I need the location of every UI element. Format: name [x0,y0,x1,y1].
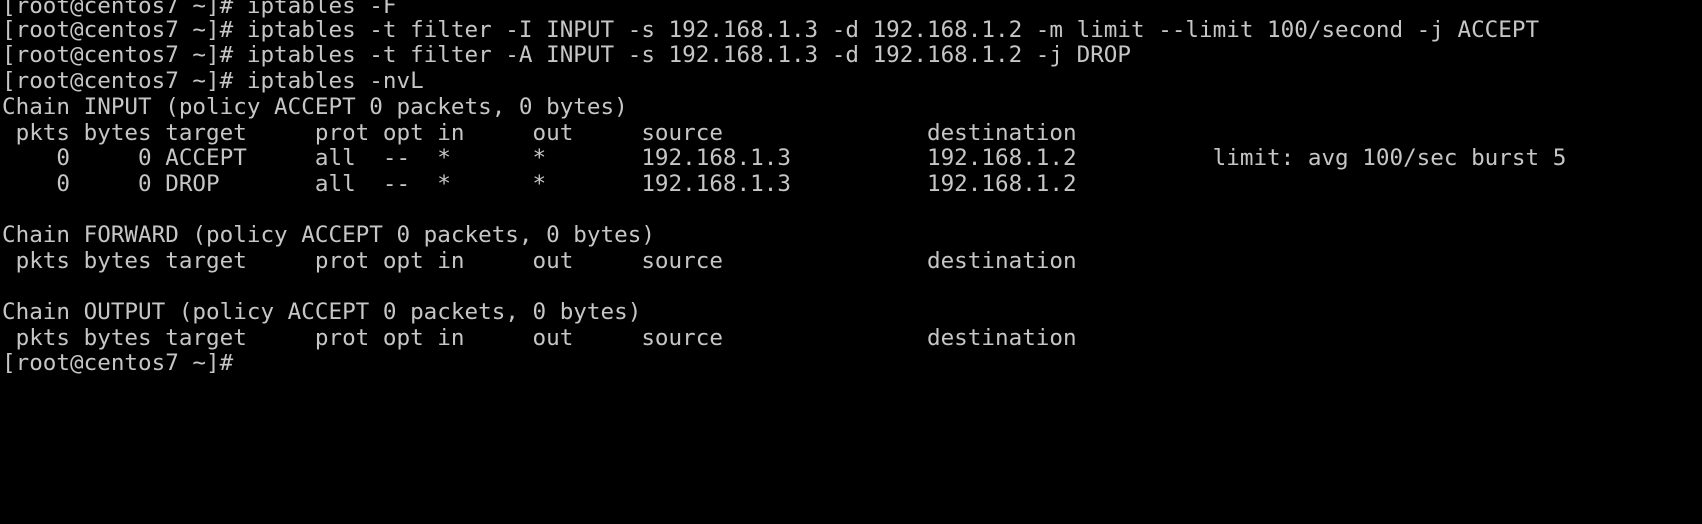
table-header-row: pkts bytes target prot opt in out source… [2,325,1077,351]
table-header-row: pkts bytes target prot opt in out source… [2,248,1077,274]
chain-forward-header: Chain FORWARD (policy ACCEPT 0 packets, … [2,222,655,248]
table-row: 0 0 ACCEPT all -- * * 192.168.1.3 192.16… [2,145,1567,171]
table-header-row: pkts bytes target prot opt in out source… [2,120,1077,146]
chain-output-header: Chain OUTPUT (policy ACCEPT 0 packets, 0… [2,299,642,325]
table-row: 0 0 DROP all -- * * 192.168.1.3 192.168.… [2,171,1077,197]
terminal-line: [root@centos7 ~]# iptables -t filter -A … [2,42,1132,68]
command-prompt[interactable]: [root@centos7 ~]# [2,350,233,377]
terminal-line: [root@centos7 ~]# iptables -nvL [2,68,424,94]
terminal-line: [root@centos7 ~]# iptables -t filter -I … [2,17,1540,43]
terminal-window[interactable]: [root@centos7 ~]# iptables -F [root@cent… [0,0,1702,524]
chain-input-header: Chain INPUT (policy ACCEPT 0 packets, 0 … [2,94,628,120]
